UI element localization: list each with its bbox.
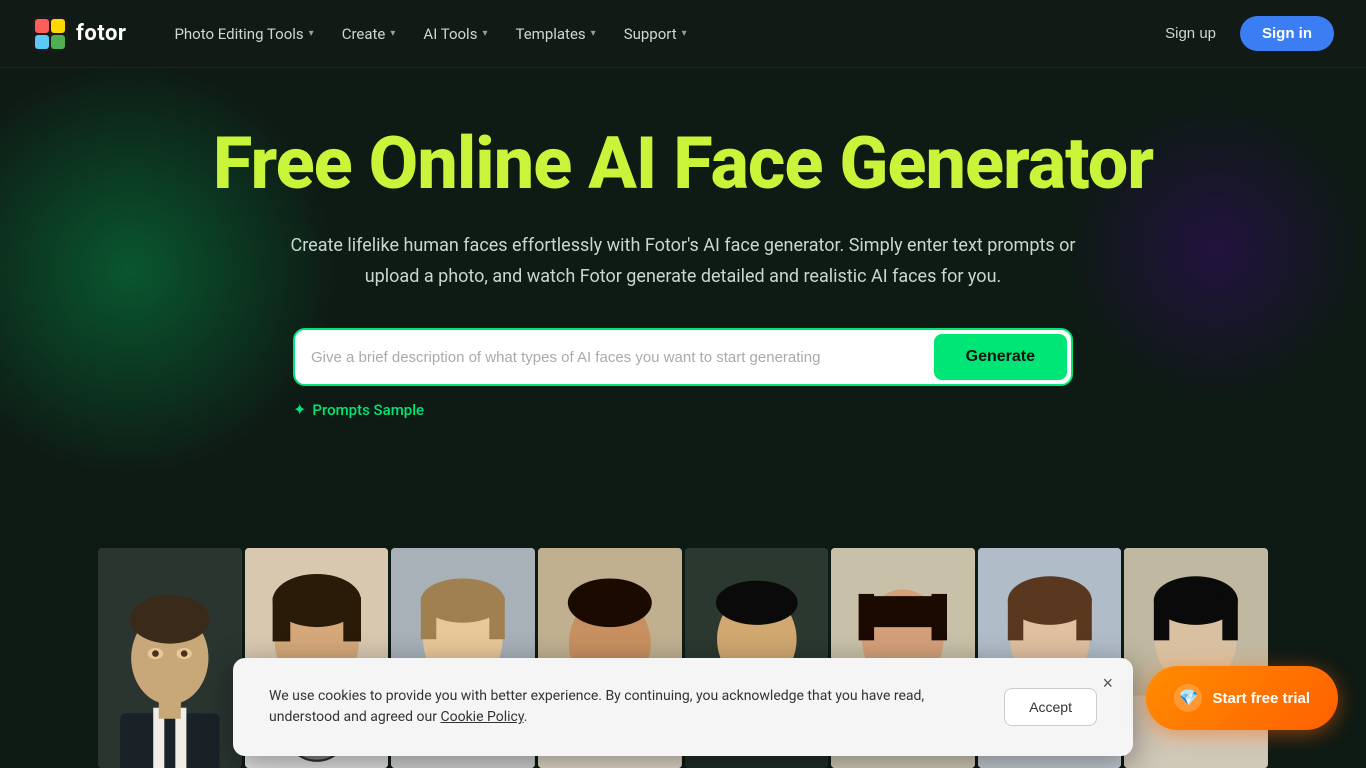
logo[interactable]: fotor <box>32 16 126 52</box>
start-free-trial-button[interactable]: 💎 Start free trial <box>1146 666 1338 730</box>
prompt-input[interactable] <box>311 339 934 376</box>
cookie-banner: × We use cookies to provide you with bet… <box>233 658 1133 756</box>
diamond-icon: 💎 <box>1174 684 1202 712</box>
logo-text: fotor <box>76 21 126 46</box>
face-image-8 <box>1124 548 1268 768</box>
trial-label: Start free trial <box>1212 690 1310 707</box>
chevron-down-icon: ▾ <box>390 28 395 39</box>
hero-section: Free Online AI Face Generator Create lif… <box>0 68 1366 443</box>
sparkle-icon: ✦ <box>293 400 306 419</box>
nav-item-support[interactable]: Support ▾ <box>612 17 699 51</box>
nav-item-create[interactable]: Create ▾ <box>330 17 408 51</box>
search-bar: Generate <box>293 328 1073 386</box>
search-bar-wrapper: Generate <box>293 328 1073 386</box>
nav-auth: Sign up Sign in <box>1153 16 1334 51</box>
prompts-sample[interactable]: ✦ Prompts Sample <box>293 400 1073 419</box>
chevron-down-icon: ▾ <box>682 28 687 39</box>
signin-button[interactable]: Sign in <box>1240 16 1334 51</box>
accept-button[interactable]: Accept <box>1004 688 1097 726</box>
hero-subtitle: Create lifelike human faces effortlessly… <box>283 231 1083 292</box>
prompts-sample-label[interactable]: Prompts Sample <box>312 401 424 419</box>
generate-button[interactable]: Generate <box>934 334 1067 380</box>
nav-item-photo-editing[interactable]: Photo Editing Tools ▾ <box>162 17 325 51</box>
signup-button[interactable]: Sign up <box>1153 17 1228 50</box>
chevron-down-icon: ▾ <box>309 28 314 39</box>
face-image-1 <box>98 548 242 768</box>
cookie-text: We use cookies to provide you with bette… <box>269 686 980 728</box>
chevron-down-icon: ▾ <box>591 28 596 39</box>
nav-links: Photo Editing Tools ▾ Create ▾ AI Tools … <box>162 17 1153 51</box>
logo-icon <box>32 16 68 52</box>
cookie-policy-link[interactable]: Cookie Policy <box>440 709 523 725</box>
chevron-down-icon: ▾ <box>482 28 487 39</box>
navigation: fotor Photo Editing Tools ▾ Create ▾ AI … <box>0 0 1366 68</box>
cookie-close-button[interactable]: × <box>1102 674 1113 692</box>
hero-title: Free Online AI Face Generator <box>20 124 1346 203</box>
nav-item-templates[interactable]: Templates ▾ <box>503 17 607 51</box>
nav-item-ai-tools[interactable]: AI Tools ▾ <box>411 17 499 51</box>
